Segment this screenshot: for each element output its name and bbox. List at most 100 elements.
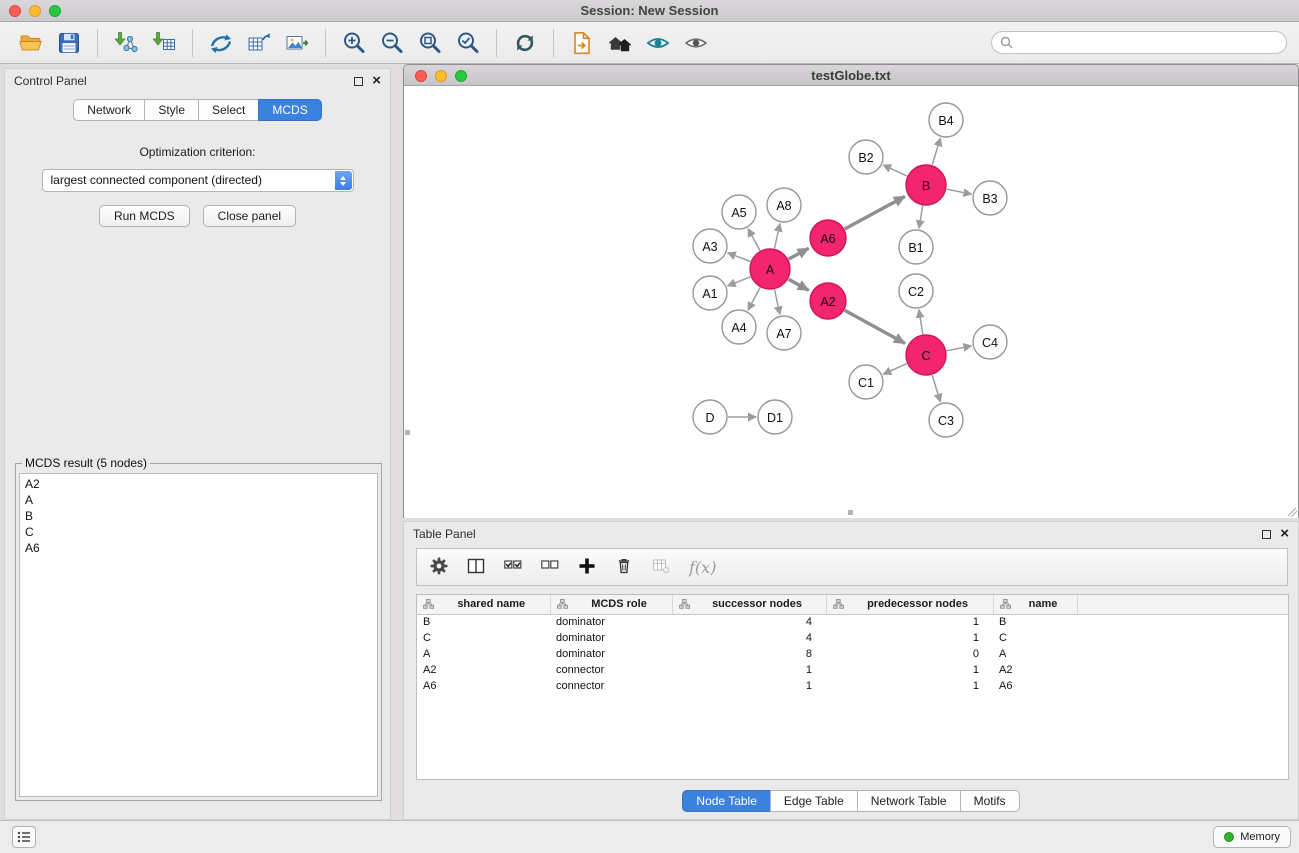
cell-shared-name[interactable]: A6	[417, 678, 550, 694]
show-columns-button[interactable]	[467, 557, 485, 578]
search-field[interactable]	[991, 31, 1287, 54]
cell-successor-nodes[interactable]: 4	[672, 630, 826, 646]
node-A5[interactable]: A5	[722, 195, 756, 229]
network-close-button[interactable]	[415, 70, 427, 82]
mcds-result-list[interactable]: A2ABCA6	[19, 473, 378, 797]
cell-predecessor-nodes[interactable]: 1	[826, 630, 993, 646]
function-builder-button[interactable]: f(x)	[689, 558, 716, 577]
criterion-dropdown[interactable]: largest connected component (directed)	[42, 169, 354, 192]
mcds-result-item-a2[interactable]: A2	[20, 476, 377, 492]
node-B2[interactable]: B2	[849, 140, 883, 174]
node-A8[interactable]: A8	[767, 188, 801, 222]
edge-B-B4[interactable]	[932, 138, 940, 165]
node-A6[interactable]: A6	[810, 220, 846, 256]
cell-successor-nodes[interactable]: 1	[672, 662, 826, 678]
column-header-shared-name[interactable]: shared name	[417, 595, 550, 614]
edge-A6-B[interactable]	[845, 196, 905, 229]
delete-column-button[interactable]	[615, 557, 633, 578]
cell-shared-name[interactable]: B	[417, 614, 550, 630]
mcds-result-item-a6[interactable]: A6	[20, 540, 377, 556]
tab-edge-table[interactable]: Edge Table	[770, 790, 858, 812]
edge-C-C4[interactable]	[947, 346, 972, 351]
column-header-predecessor-nodes[interactable]: predecessor nodes	[826, 595, 993, 614]
import-network-button[interactable]	[109, 26, 143, 60]
mcds-result-item-b[interactable]: B	[20, 508, 377, 524]
edge-B-B1[interactable]	[919, 206, 923, 229]
node-B[interactable]: B	[906, 165, 946, 205]
mcds-result-item-a[interactable]: A	[20, 492, 377, 508]
clone-network-button[interactable]	[204, 26, 238, 60]
cell-name[interactable]: A2	[993, 662, 1077, 678]
node-A4[interactable]: A4	[722, 310, 756, 344]
memory-button[interactable]: Memory	[1213, 826, 1291, 848]
close-table-panel-icon[interactable]: ×	[1280, 529, 1289, 539]
node-B4[interactable]: B4	[929, 103, 963, 137]
cell-mcds-role[interactable]: dominator	[550, 646, 672, 662]
edge-A-A5[interactable]	[748, 229, 760, 251]
edge-A-A1[interactable]	[728, 277, 751, 286]
column-header-name[interactable]: name	[993, 595, 1077, 614]
tab-style[interactable]: Style	[144, 99, 199, 121]
search-input[interactable]	[1018, 36, 1278, 50]
node-C4[interactable]: C4	[973, 325, 1007, 359]
select-all-columns-button[interactable]	[504, 557, 522, 578]
node-A7[interactable]: A7	[767, 316, 801, 350]
create-column-button[interactable]	[578, 557, 596, 578]
node-C2[interactable]: C2	[899, 274, 933, 308]
edge-A-A7[interactable]	[775, 290, 780, 315]
table-row-a2[interactable]: A2connector11A2	[417, 662, 1288, 678]
table-row-c[interactable]: Cdominator41C	[417, 630, 1288, 646]
tab-mcds[interactable]: MCDS	[258, 99, 321, 121]
close-panel-button[interactable]: Close panel	[203, 205, 296, 227]
tab-node-table[interactable]: Node Table	[682, 790, 771, 812]
edge-A-A4[interactable]	[748, 288, 760, 311]
cell-mcds-role[interactable]: dominator	[550, 614, 672, 630]
column-header-mcds-role[interactable]: MCDS role	[550, 595, 672, 614]
zoom-selected-button[interactable]	[451, 26, 485, 60]
run-mcds-button[interactable]: Run MCDS	[99, 205, 190, 227]
network-canvas[interactable]: B4B2BB3A5A8A6A3B1AC2A1A2A4A7C4CC1C3DD1	[404, 86, 1298, 518]
node-B3[interactable]: B3	[973, 181, 1007, 215]
minimize-window-button[interactable]	[29, 5, 41, 17]
edge-B-B2[interactable]	[883, 165, 907, 176]
cell-name[interactable]: A	[993, 646, 1077, 662]
zoom-in-button[interactable]	[337, 26, 371, 60]
close-window-button[interactable]	[9, 5, 21, 17]
tab-network[interactable]: Network	[73, 99, 145, 121]
edge-C-C1[interactable]	[883, 364, 907, 375]
import-table-button[interactable]	[147, 26, 181, 60]
node-B1[interactable]: B1	[899, 230, 933, 264]
cell-mcds-role[interactable]: dominator	[550, 630, 672, 646]
network-maximize-button[interactable]	[455, 70, 467, 82]
cell-predecessor-nodes[interactable]: 1	[826, 678, 993, 694]
apply-layout-button[interactable]	[508, 26, 542, 60]
maximize-window-button[interactable]	[49, 5, 61, 17]
close-panel-icon[interactable]: ×	[372, 76, 381, 86]
tab-select[interactable]: Select	[198, 99, 259, 121]
graphics-details-button[interactable]	[641, 26, 675, 60]
table-settings-button[interactable]	[430, 557, 448, 578]
tab-motifs[interactable]: Motifs	[960, 790, 1020, 812]
edge-B-B3[interactable]	[947, 189, 972, 194]
zoom-fit-button[interactable]	[413, 26, 447, 60]
cell-name[interactable]: A6	[993, 678, 1077, 694]
cell-shared-name[interactable]: A2	[417, 662, 550, 678]
table-row-b[interactable]: Bdominator41B	[417, 614, 1288, 630]
home-button[interactable]	[603, 26, 637, 60]
deselect-all-columns-button[interactable]	[541, 557, 559, 578]
table-row-a6[interactable]: A6connector11A6	[417, 678, 1288, 694]
edge-A-A6[interactable]	[789, 248, 809, 259]
open-session-document-button[interactable]	[565, 26, 599, 60]
node-D[interactable]: D	[693, 400, 727, 434]
edge-C-C3[interactable]	[932, 375, 940, 402]
node-A1[interactable]: A1	[693, 276, 727, 310]
node-C[interactable]: C	[906, 335, 946, 375]
node-C3[interactable]: C3	[929, 403, 963, 437]
cell-successor-nodes[interactable]: 1	[672, 678, 826, 694]
node-A2[interactable]: A2	[810, 283, 846, 319]
import-network-table-button[interactable]	[242, 26, 276, 60]
table-row-a[interactable]: Adominator80A	[417, 646, 1288, 662]
edge-A-A2[interactable]	[788, 279, 808, 290]
edge-A-A8[interactable]	[775, 224, 780, 249]
save-session-button[interactable]	[52, 26, 86, 60]
